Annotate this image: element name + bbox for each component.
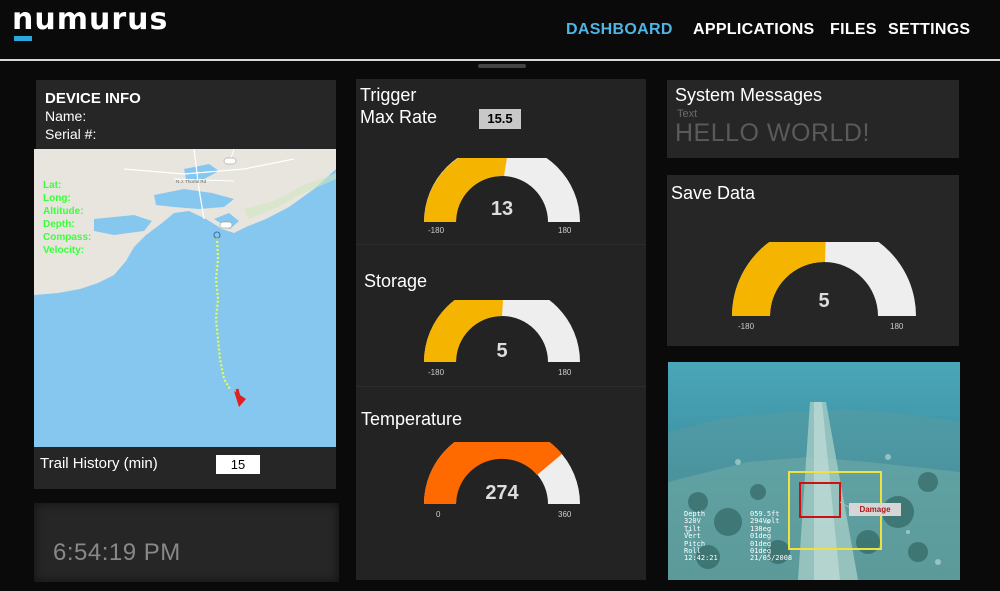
max-rate-title: Max Rate xyxy=(360,107,438,127)
map-field-compass: Compass: xyxy=(43,232,92,243)
map-road-label: N.J. Thorfal Rd xyxy=(176,179,207,184)
gauge-divider xyxy=(356,244,646,245)
trigger-gauge: 13 -180 180 xyxy=(422,144,582,238)
system-messages-title: System Messages xyxy=(675,85,823,105)
temperature-gauge: 274 0 360 xyxy=(422,425,582,522)
nav-files[interactable]: FILES xyxy=(830,21,877,39)
map-field-altitude: Altitude: xyxy=(43,206,84,217)
map-field-velocity: Velocity: xyxy=(43,245,85,256)
numurus-logo: numurus xyxy=(12,2,169,37)
device-name-label: Name: xyxy=(45,108,87,124)
header-divider xyxy=(0,59,1000,61)
temperature-gauge-max: 360 xyxy=(558,510,572,519)
temperature-gauge-min: 0 xyxy=(436,510,441,519)
storage-title: Storage xyxy=(364,271,428,291)
nav-dashboard[interactable]: DASHBOARD xyxy=(566,21,673,39)
save-data-gauge: 5 -180 180 xyxy=(730,223,918,332)
video-osd-labels: Depth 320V Tilt Vert Pitch Roll 12:42:21 xyxy=(684,510,718,563)
max-rate-value[interactable]: 15.5 xyxy=(479,109,521,129)
trigger-gauge-max: 180 xyxy=(558,226,572,235)
damage-detection-label: Damage xyxy=(849,503,901,516)
storage-gauge-max: 180 xyxy=(558,368,572,377)
map-field-depth: Depth: xyxy=(43,219,75,230)
map-field-long: Long: xyxy=(43,193,71,204)
device-info-title: DEVICE INFO xyxy=(45,90,141,107)
drag-handle[interactable] xyxy=(478,64,526,68)
trigger-gauge-value: 13 xyxy=(490,198,514,220)
clock-time: 6:54:19 PM xyxy=(53,539,181,566)
logo-accent-bar xyxy=(14,36,32,41)
location-map[interactable]: N.J. Thorfal Rd Lat: Long: Altitude: Dep… xyxy=(34,149,336,447)
trail-history-input[interactable] xyxy=(216,455,260,474)
trigger-title: Trigger xyxy=(360,85,417,105)
trail-history-panel: Trail History (min) xyxy=(34,447,336,489)
save-data-title: Save Data xyxy=(671,183,756,203)
system-messages-panel: System Messages Text HELLO WORLD! xyxy=(667,80,959,158)
device-serial-label: Serial #: xyxy=(45,126,97,142)
save-data-gauge-max: 180 xyxy=(890,322,904,331)
video-osd-values: 059.5ft 294Volt 138eg 01deg 01deg 01deg … xyxy=(750,510,793,563)
clock-panel: 6:54:19 PM xyxy=(34,503,339,582)
device-info-panel: DEVICE INFO Name: Serial #: xyxy=(36,80,336,149)
trail-history-label: Trail History (min) xyxy=(40,455,158,472)
map-field-lat: Lat: xyxy=(43,180,62,191)
storage-gauge: 5 -180 180 xyxy=(422,283,582,380)
storage-gauge-min: -180 xyxy=(428,368,445,377)
temperature-title: Temperature xyxy=(361,409,463,429)
temperature-gauge-value: 274 xyxy=(485,482,519,504)
nav-applications[interactable]: APPLICATIONS xyxy=(693,21,815,39)
save-data-gauge-value: 5 xyxy=(818,290,830,312)
map-telemetry-labels: Lat: Long: Altitude: Depth: Compass: Vel… xyxy=(43,179,91,257)
save-data-gauge-min: -180 xyxy=(738,322,755,331)
trigger-gauge-min: -180 xyxy=(428,226,445,235)
nav-settings[interactable]: SETTINGS xyxy=(888,21,970,39)
system-message-text: HELLO WORLD! xyxy=(675,119,870,147)
gauge-divider xyxy=(356,386,646,387)
storage-gauge-value: 5 xyxy=(496,340,508,362)
